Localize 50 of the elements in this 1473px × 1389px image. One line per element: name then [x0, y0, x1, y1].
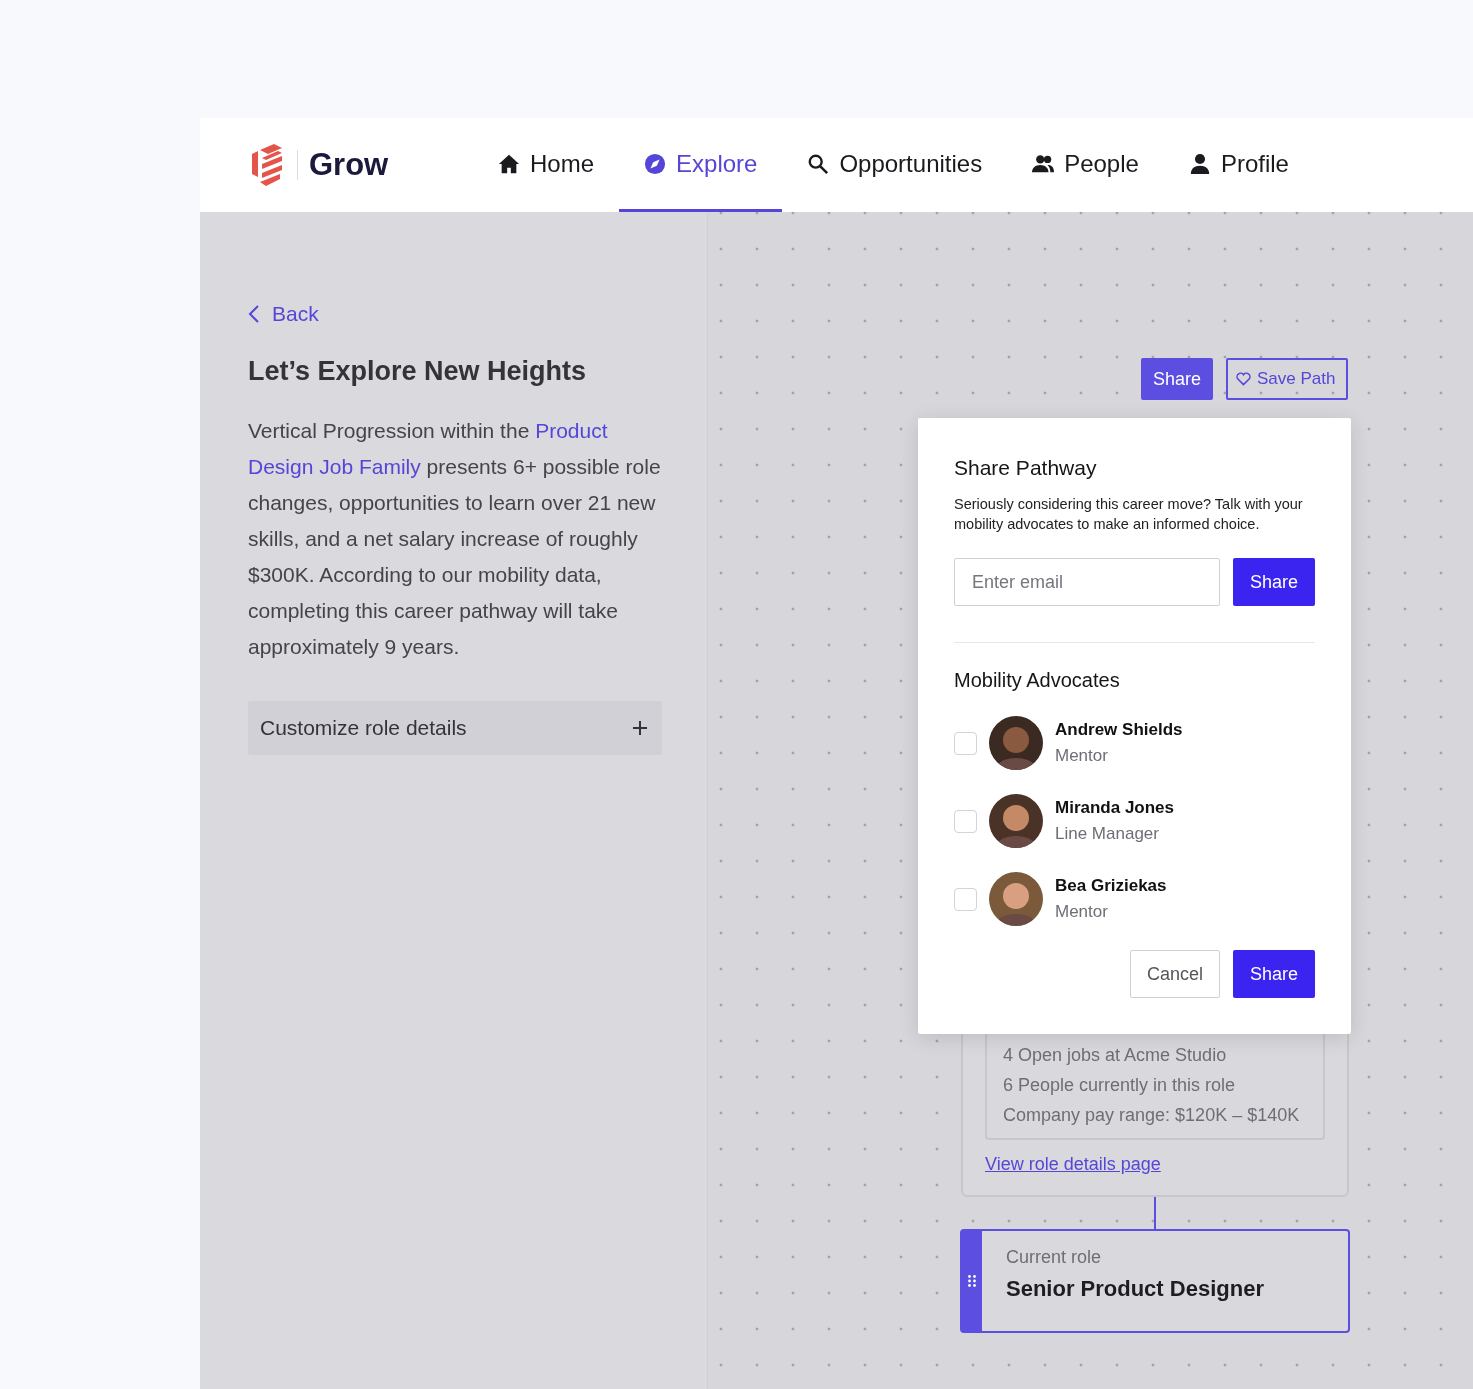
dialog-title: Share Pathway: [954, 456, 1098, 480]
avatar: [989, 794, 1043, 848]
advocate-role: Mentor: [1055, 902, 1109, 922]
advocate-role: Line Manager: [1055, 824, 1160, 844]
advocate-name: Bea Griziekas: [1055, 876, 1167, 896]
person-icon: [1188, 152, 1211, 175]
checkbox[interactable]: [954, 887, 977, 911]
current-role-card[interactable]: Current role Senior Product Designer: [960, 1229, 1350, 1333]
role-caption: Current role: [1006, 1247, 1103, 1268]
heart-icon: [1236, 372, 1251, 386]
inline-link[interactable]: Design Job Family: [248, 455, 421, 478]
grip-icon: [968, 1275, 976, 1287]
nav-tab[interactable]: Opportunities: [782, 118, 1008, 212]
dialog-description: Seriously considering this career move? Talk with your mobility advocates to make an informed choice.: [954, 495, 1304, 534]
role-details-link[interactable]: View role details page: [985, 1154, 1161, 1175]
nav-tab[interactable]: Profile: [1163, 118, 1314, 212]
compass-icon: [644, 152, 667, 175]
drag-handle[interactable]: [962, 1231, 982, 1331]
checkbox[interactable]: [954, 731, 977, 755]
checkbox[interactable]: [954, 809, 977, 833]
description-paragraph: Vertical Progression within the Product Design Job Family presents 6+ possible role changes, opportunities to learn over 21 new skills, and a net salary increase of roughly $300K. According to our mobility data, completing this career pathway will take approximately 9 years.: [248, 418, 661, 660]
brand-name: Grow: [309, 147, 389, 183]
chevron-left-icon: [248, 305, 260, 323]
save-path-button[interactable]: Save Path: [1226, 358, 1348, 400]
home-icon: [498, 152, 520, 175]
role-stat: 6 People currently in this role: [1003, 1074, 1237, 1096]
cancel-button[interactable]: Cancel: [1130, 950, 1220, 998]
avatar: [989, 716, 1043, 770]
avatar: [989, 872, 1043, 926]
plus-icon: [632, 720, 648, 736]
search-icon: [807, 152, 830, 175]
share-button[interactable]: Share: [1233, 558, 1315, 606]
advocate-name: Andrew Shields: [1055, 720, 1183, 740]
role-stat: Company pay range: $120K – $140K: [1003, 1104, 1301, 1126]
share-button[interactable]: Share: [1141, 358, 1213, 400]
accordion-header[interactable]: Customize role details: [248, 701, 662, 755]
nav-tab[interactable]: People: [1007, 118, 1164, 212]
nav-tab[interactable]: Home: [473, 118, 620, 212]
connector-line: [1154, 1197, 1156, 1229]
section-title: Mobility Advocates: [954, 669, 1121, 692]
role-stat: 4 Open jobs at Acme Studio: [1003, 1044, 1228, 1066]
inline-link[interactable]: Product: [535, 419, 608, 442]
advocate-name: Miranda Jones: [1055, 798, 1175, 818]
people-icon: [1032, 152, 1055, 175]
advocate-role: Mentor: [1055, 746, 1109, 766]
page-title: Let’s Explore New Heights: [248, 356, 588, 387]
share-button[interactable]: Share: [1233, 950, 1315, 998]
role-title: Senior Product Designer: [1006, 1276, 1264, 1302]
email-field[interactable]: Enter email: [954, 558, 1220, 606]
back-link[interactable]: Back: [248, 302, 661, 326]
